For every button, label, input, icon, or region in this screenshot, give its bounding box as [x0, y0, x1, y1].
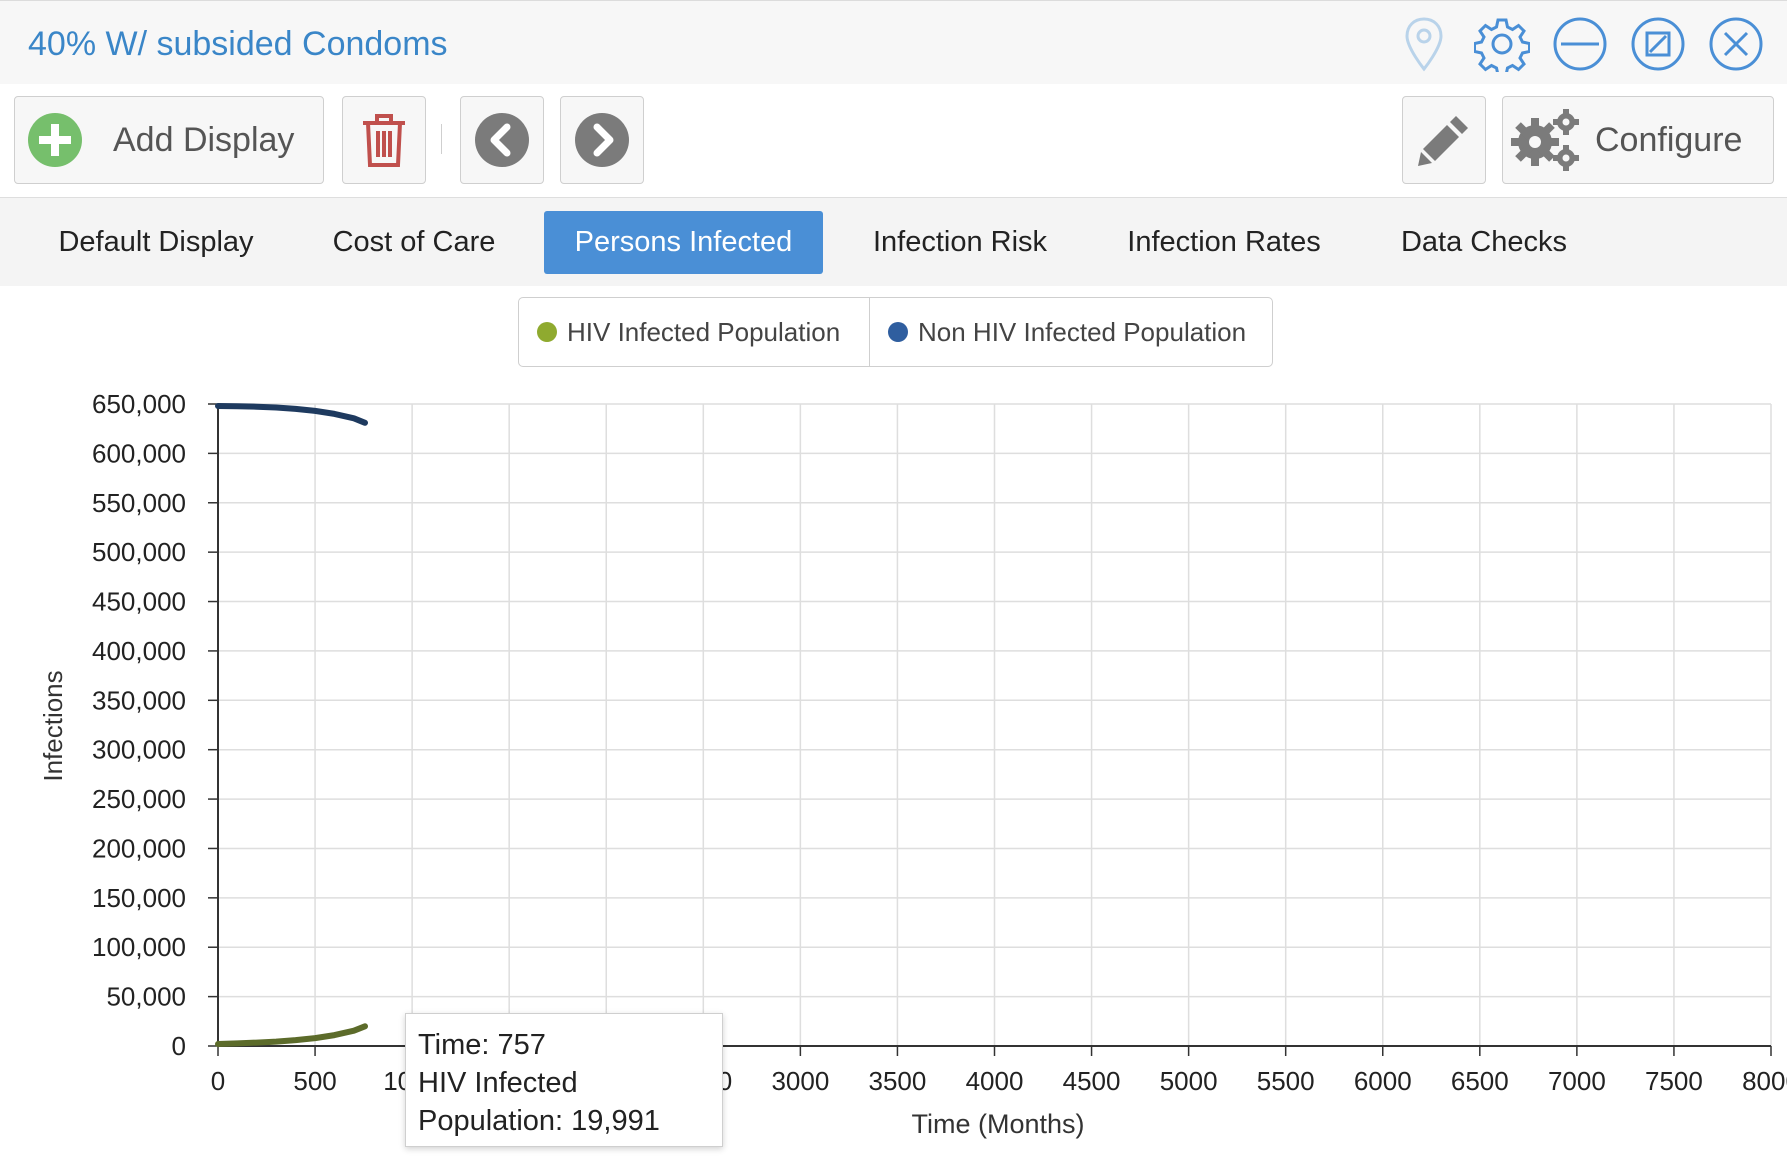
legend-marker-non-hiv: [888, 322, 908, 342]
x-tick-label: 3500: [869, 1066, 927, 1096]
minimize-icon[interactable]: [1551, 15, 1609, 73]
toolbar: Add Display Configure: [0, 84, 1787, 198]
y-tick-label: 250,000: [92, 784, 186, 814]
y-tick-label: 150,000: [92, 883, 186, 913]
y-tick-label: 650,000: [92, 389, 186, 419]
display-tabs: Default Display Cost of Care Persons Inf…: [0, 198, 1787, 286]
close-icon[interactable]: [1707, 15, 1765, 73]
tooltip-time: Time: 757: [418, 1029, 546, 1061]
add-display-button[interactable]: Add Display: [14, 96, 324, 184]
legend-marker-hiv: [537, 322, 557, 342]
series-line-non-hiv-infected[interactable]: [215, 403, 368, 426]
tab-infection-rates[interactable]: Infection Rates: [1102, 211, 1346, 274]
tooltip-series: HIV Infected: [418, 1067, 578, 1099]
y-tick-label: 500,000: [92, 537, 186, 567]
x-tick-label: 8000: [1742, 1066, 1787, 1096]
plus-circle-icon: [27, 112, 83, 168]
chevron-right-icon: [574, 112, 630, 168]
y-tick-label: 50,000: [106, 982, 186, 1012]
x-tick-label: 500: [293, 1066, 336, 1096]
edit-button[interactable]: [1402, 96, 1486, 184]
x-tick-label: 6000: [1354, 1066, 1412, 1096]
chart-grid: [218, 403, 1772, 1046]
delete-button[interactable]: [342, 96, 426, 184]
y-tick-label: 200,000: [92, 833, 186, 863]
configure-button[interactable]: Configure: [1502, 96, 1774, 184]
x-tick-label: 6500: [1451, 1066, 1509, 1096]
y-tick-label: 400,000: [92, 636, 186, 666]
x-tick-label: 3000: [771, 1066, 829, 1096]
x-tick-label: 4000: [966, 1066, 1024, 1096]
previous-button[interactable]: [460, 96, 544, 184]
configure-label: Configure: [1595, 120, 1743, 159]
tab-persons-infected[interactable]: Persons Infected: [544, 211, 823, 274]
legend-label: Non HIV Infected Population: [918, 316, 1247, 347]
x-tick-label: 0: [211, 1066, 225, 1096]
gear-icon[interactable]: [1473, 15, 1531, 73]
window-controls: [1395, 15, 1765, 73]
tab-cost-of-care[interactable]: Cost of Care: [306, 211, 522, 274]
window-title: 40% W/ subsided Condoms: [28, 25, 448, 63]
tab-infection-risk[interactable]: Infection Risk: [846, 211, 1074, 274]
toolbar-separator: [441, 124, 442, 154]
add-display-label: Add Display: [113, 120, 295, 159]
x-tick-label: 7000: [1548, 1066, 1606, 1096]
x-tick-label: 5500: [1257, 1066, 1315, 1096]
y-tick-label: 450,000: [92, 587, 186, 617]
y-tick-label: 600,000: [92, 438, 186, 468]
gears-icon: [1511, 108, 1581, 172]
legend-label: HIV Infected Population: [567, 316, 841, 347]
series-line-hiv-infected[interactable]: [215, 1023, 368, 1047]
tab-default-display[interactable]: Default Display: [28, 211, 284, 274]
y-tick-label: 300,000: [92, 735, 186, 765]
y-axis-ticks: 0 50,000 100,000 150,000 200,000 250,000 300,0…: [92, 389, 218, 1061]
maximize-icon[interactable]: [1629, 15, 1687, 73]
x-tick-label: 4500: [1063, 1066, 1121, 1096]
legend-item-hiv-infected[interactable]: HIV Infected Population: [519, 298, 869, 366]
chevron-left-icon: [474, 112, 530, 168]
y-tick-label: 350,000: [92, 685, 186, 715]
next-button[interactable]: [560, 96, 644, 184]
trash-icon: [360, 111, 408, 169]
y-tick-label: 100,000: [92, 932, 186, 962]
tab-data-checks[interactable]: Data Checks: [1376, 211, 1592, 274]
location-pin-icon[interactable]: [1395, 15, 1453, 73]
x-tick-label: 7500: [1645, 1066, 1703, 1096]
chart-series: [215, 403, 368, 1047]
persons-infected-chart[interactable]: 0 50,000 100,000 150,000 200,000 250,000 300,0…: [0, 380, 1787, 1160]
pencil-icon: [1416, 112, 1472, 168]
x-axis-label: Time (Months): [911, 1109, 1084, 1139]
x-tick-label: 5000: [1160, 1066, 1218, 1096]
y-axis-label: Infections: [38, 670, 68, 781]
window-titlebar: 40% W/ subsided Condoms: [0, 0, 1787, 84]
y-tick-label: 0: [172, 1031, 186, 1061]
y-tick-label: 550,000: [92, 488, 186, 518]
chart-tooltip: Time: 757 HIV Infected Population: 19,99…: [405, 1013, 723, 1147]
legend-item-non-hiv-infected[interactable]: Non HIV Infected Population: [869, 298, 1272, 366]
tooltip-value: Population: 19,991: [418, 1105, 660, 1137]
chart-legend: HIV Infected Population Non HIV Infected…: [518, 297, 1273, 367]
